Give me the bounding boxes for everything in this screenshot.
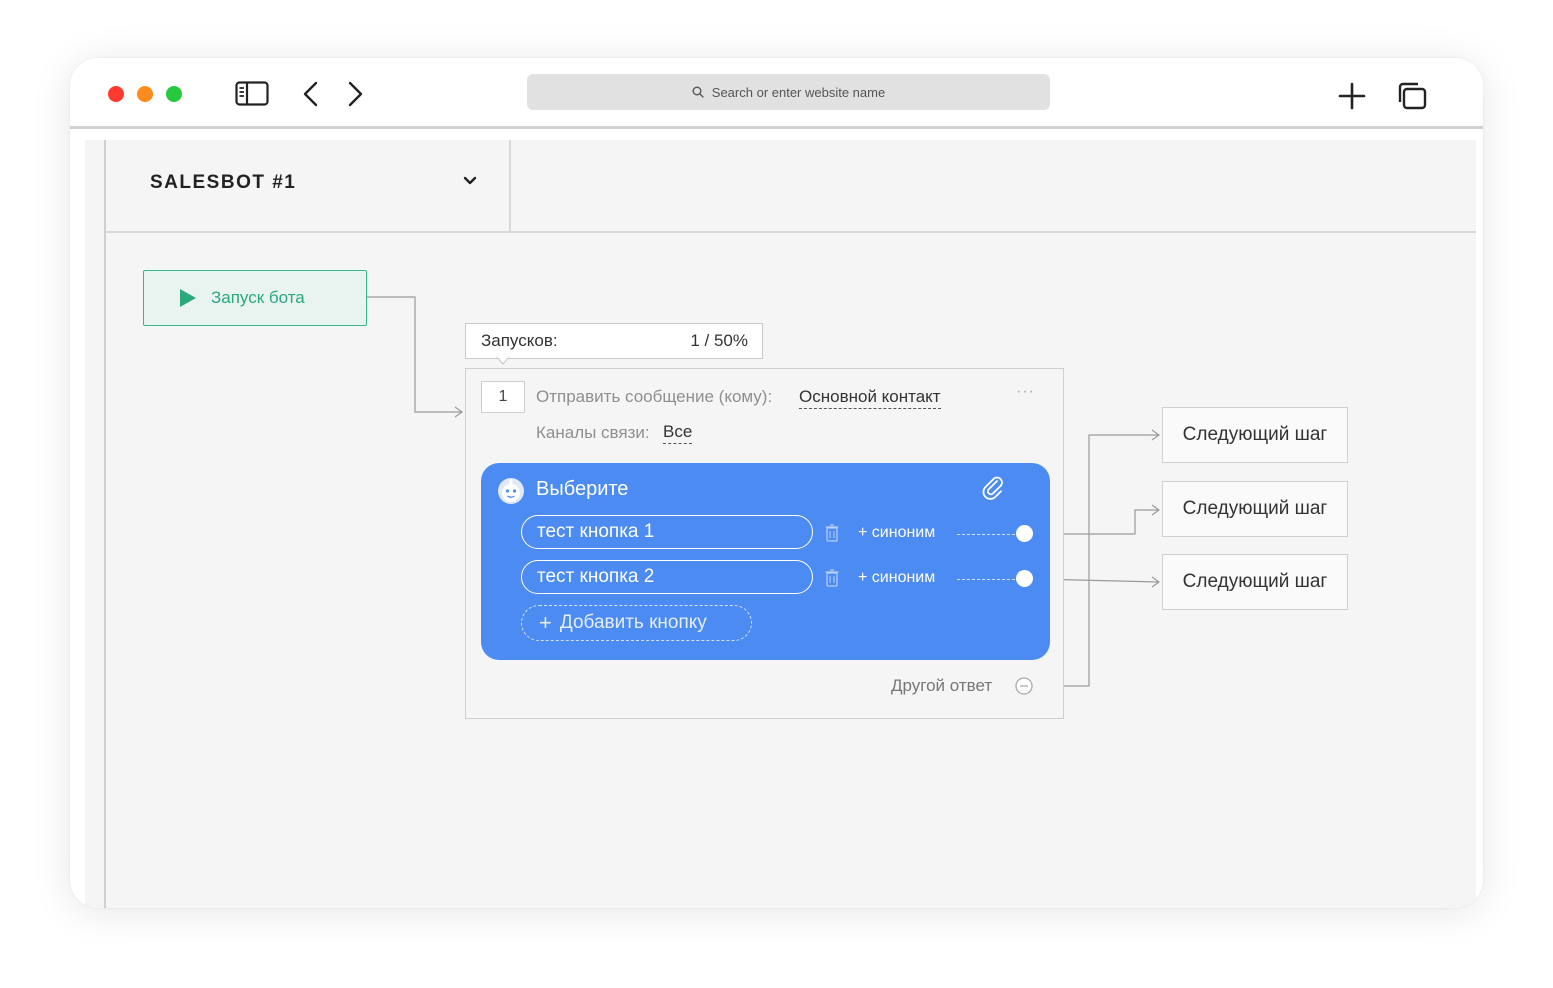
- minus-circle-icon[interactable]: [1015, 677, 1033, 695]
- next-step-node[interactable]: Следующий шаг: [1162, 481, 1348, 537]
- tabs-overview-icon[interactable]: [1396, 81, 1428, 111]
- back-arrow-icon[interactable]: [302, 81, 320, 107]
- reply-button-label: тест кнопка 2: [537, 566, 655, 587]
- toolbar-divider: [70, 126, 1483, 129]
- button-connector-line: [957, 579, 1015, 580]
- trash-icon[interactable]: [825, 569, 839, 587]
- close-window-button[interactable]: [108, 86, 124, 102]
- next-step-node[interactable]: Следующий шаг: [1162, 554, 1348, 610]
- next-step-label: Следующий шаг: [1182, 571, 1328, 592]
- browser-window: Search or enter website name SALESBOT #1: [70, 58, 1483, 908]
- reply-button-label: тест кнопка 1: [537, 521, 655, 542]
- send-message-label: Отправить сообщение (кому):: [536, 387, 773, 406]
- bot-avatar-icon: [498, 478, 524, 504]
- button-connector-handle[interactable]: [1016, 525, 1033, 542]
- start-bot-label: Запуск бота: [211, 288, 305, 307]
- step-number: 1: [481, 381, 525, 413]
- runs-pointer: [496, 356, 510, 365]
- other-answer-label: Другой ответ: [891, 676, 993, 695]
- next-step-node[interactable]: Следующий шаг: [1162, 407, 1348, 463]
- next-step-label: Следующий шаг: [1182, 498, 1328, 519]
- new-tab-plus-icon[interactable]: [1338, 82, 1366, 110]
- trash-icon[interactable]: [825, 524, 839, 542]
- start-bot-node[interactable]: Запуск бота: [143, 270, 367, 326]
- play-icon: [180, 289, 196, 307]
- search-icon: [692, 86, 704, 98]
- channels-label: Каналы связи:: [536, 423, 650, 442]
- more-options-button[interactable]: ···: [1016, 383, 1035, 401]
- message-card[interactable]: Выберите тест кнопка 1 + синоним тест кн…: [481, 463, 1050, 660]
- address-placeholder: Search or enter website name: [711, 84, 886, 100]
- plus-icon: +: [539, 610, 552, 635]
- button-connector-handle[interactable]: [1016, 570, 1033, 587]
- minimize-window-button[interactable]: [137, 86, 153, 102]
- recipient-selector[interactable]: Основной контакт: [799, 387, 941, 409]
- runs-label: Запусков:: [481, 331, 558, 350]
- reply-button-1[interactable]: тест кнопка 1: [521, 515, 813, 549]
- add-button[interactable]: + Добавить кнопку: [521, 605, 752, 641]
- send-message-step[interactable]: 1 Отправить сообщение (кому): Основной к…: [465, 368, 1064, 719]
- button-connector-line: [957, 534, 1015, 535]
- page-viewport: SALESBOT #1 Запуск бота Запусков: 1 / 50…: [85, 140, 1476, 908]
- add-synonym-button[interactable]: + синоним: [858, 524, 935, 542]
- sidebar-toggle-icon[interactable]: [235, 81, 269, 107]
- address-bar[interactable]: Search or enter website name: [527, 74, 1050, 110]
- channels-selector[interactable]: Все: [663, 422, 693, 444]
- runs-counter: Запусков: 1 / 50%: [465, 323, 763, 359]
- paperclip-icon[interactable]: [981, 475, 1005, 501]
- card-title[interactable]: Выберите: [536, 478, 628, 501]
- maximize-window-button[interactable]: [166, 86, 182, 102]
- reply-button-2[interactable]: тест кнопка 2: [521, 560, 813, 594]
- add-button-label: Добавить кнопку: [559, 612, 707, 633]
- next-step-label: Следующий шаг: [1182, 424, 1328, 445]
- browser-toolbar: Search or enter website name: [70, 58, 1483, 130]
- add-synonym-button[interactable]: + синоним: [858, 569, 935, 587]
- runs-value: 1 / 50%: [690, 331, 748, 350]
- forward-arrow-icon[interactable]: [346, 81, 364, 107]
